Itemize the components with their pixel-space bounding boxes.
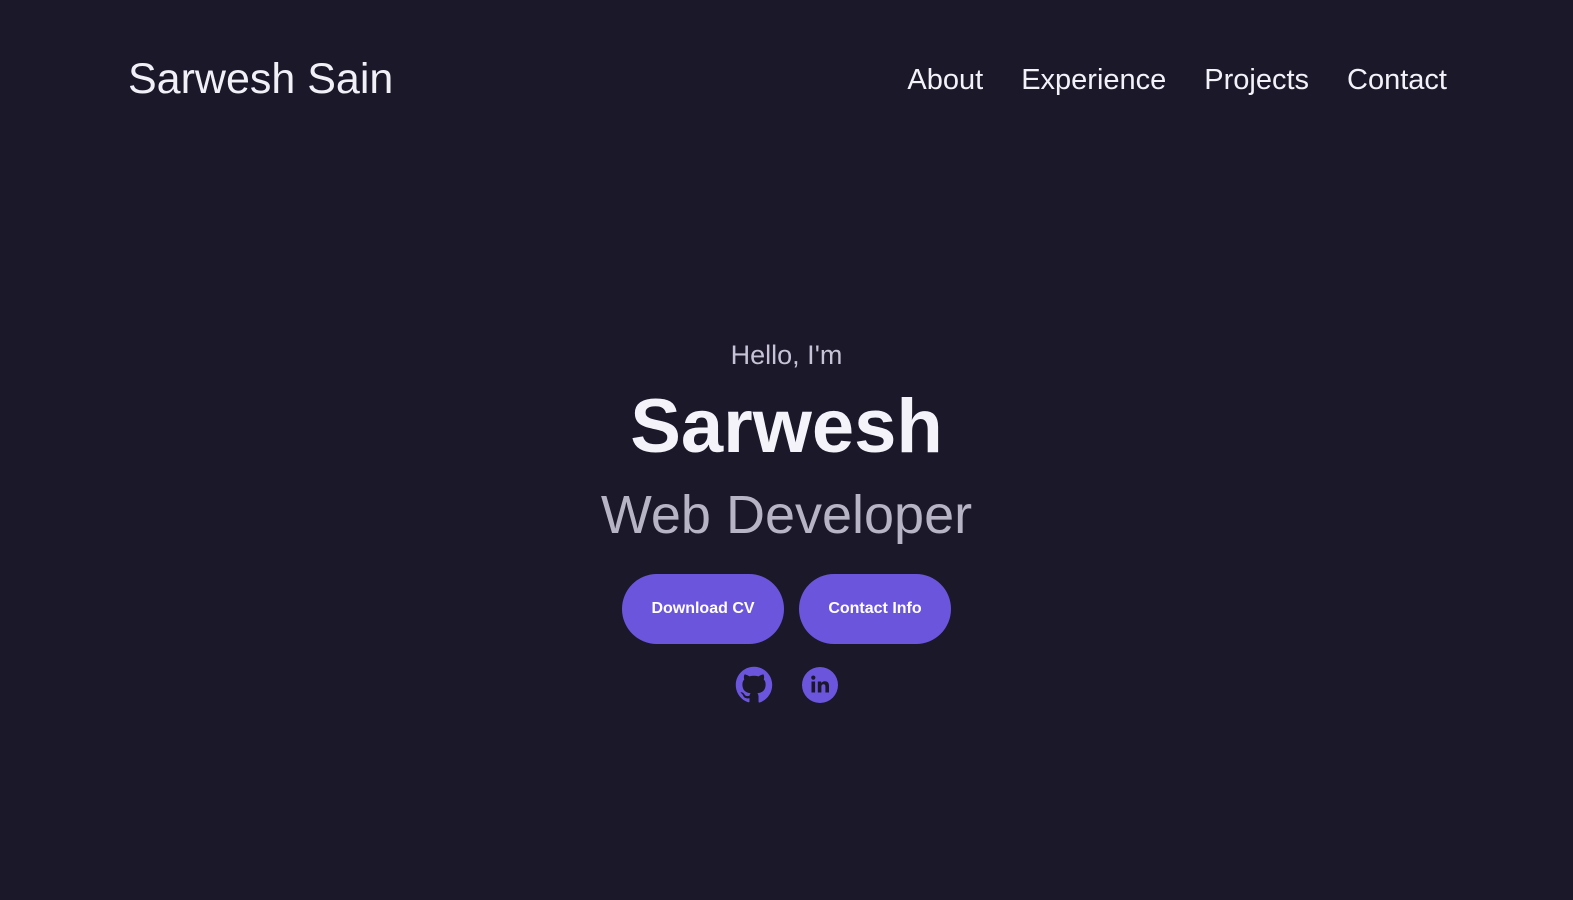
nav-link-about[interactable]: About: [907, 60, 983, 100]
hero-role: Web Developer: [600, 485, 973, 545]
hero-greeting: Hello, I'm: [730, 340, 843, 370]
site-header: Sarwesh Sain About Experience Projects C…: [0, 0, 1573, 160]
social-links: [0, 666, 1573, 704]
hero-name: Sarwesh: [630, 384, 943, 469]
contact-info-button[interactable]: Contact Info: [799, 574, 951, 644]
github-link[interactable]: [735, 666, 773, 704]
nav-link-contact[interactable]: Contact: [1347, 60, 1447, 100]
nav-link-projects[interactable]: Projects: [1204, 60, 1309, 100]
brand-link[interactable]: Sarwesh Sain: [128, 53, 393, 105]
download-cv-button[interactable]: Download CV: [622, 574, 784, 644]
linkedin-link[interactable]: [801, 666, 839, 704]
nav-link-experience[interactable]: Experience: [1021, 60, 1166, 100]
hero-buttons: Download CV Contact Info: [0, 574, 1573, 644]
hero-section: Hello, I'm Sarwesh Web Developer Downloa…: [0, 330, 1573, 704]
portfolio-page: Sarwesh Sain About Experience Projects C…: [0, 0, 1573, 900]
main-nav: About Experience Projects Contact: [907, 60, 1447, 100]
github-icon: [735, 666, 772, 703]
linkedin-icon: [801, 667, 838, 703]
